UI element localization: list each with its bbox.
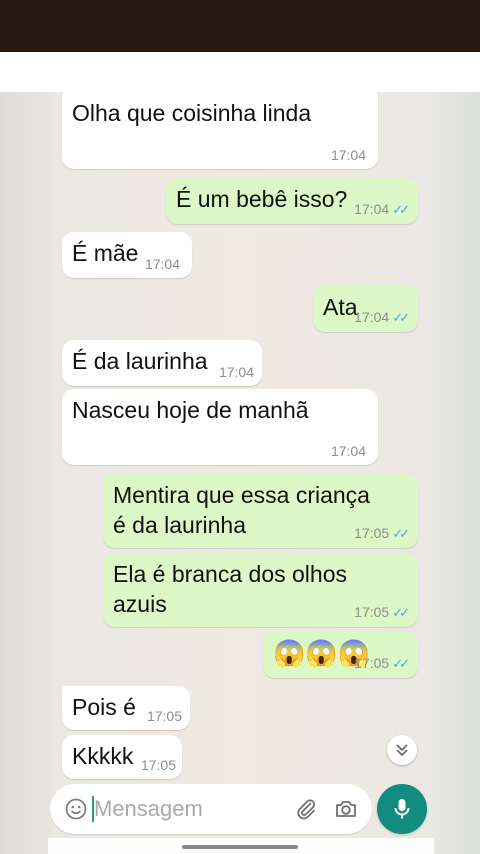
message-meta: 17:05 ✓✓ [354,525,410,542]
scroll-to-bottom-button[interactable] [387,735,417,765]
message-time: 17:05 [354,525,390,541]
message-bubble-outgoing[interactable]: Ela é branca dos olhos azuis 17:05 ✓✓ [103,553,418,627]
message-time: 17:05 [146,708,182,724]
message-meta: 17:04 [145,256,180,272]
message-bubble-outgoing[interactable]: 😱😱😱 17:05 ✓✓ [263,632,418,678]
header-strip [0,52,480,92]
camera-icon[interactable] [334,797,358,821]
message-time: 17:05 [354,604,390,620]
message-time: 17:05 [354,655,390,671]
message-bubble-outgoing[interactable]: Ata 17:04 ✓✓ [313,286,418,332]
microphone-icon [394,799,410,819]
message-meta: 17:04 [219,364,254,380]
message-meta: 17:04 ✓✓ [354,309,410,326]
message-bubble-incoming[interactable]: Pois é 17:05 [62,686,190,730]
message-bubble-incoming[interactable]: Nasceu hoje de manhã 17:04 [62,389,378,465]
message-meta: 17:04 [331,147,366,163]
emoji-icon[interactable] [64,797,88,821]
read-ticks-icon: ✓✓ [392,202,410,217]
paperclip-icon[interactable] [294,797,318,821]
chat-background-edge-right [432,92,480,854]
double-chevron-down-icon [396,744,408,757]
message-text: Nasceu hoje de manhã [72,397,309,423]
read-ticks-icon: ✓✓ [392,310,410,325]
chat-background-edge-left [0,92,52,854]
message-meta: 17:05 [147,708,182,724]
read-ticks-icon: ✓✓ [392,605,410,620]
message-text: Olha que coisinha linda [72,100,312,126]
message-time: 17:04 [354,309,390,325]
message-input[interactable] [94,794,284,824]
message-composer [50,784,372,834]
message-time: 17:04 [330,443,366,459]
status-bar [0,0,480,52]
message-meta: 17:05 [141,757,176,773]
message-bubble-incoming[interactable]: É da laurinha 17:04 [62,340,262,386]
message-time: 17:04 [330,147,366,163]
read-ticks-icon: ✓✓ [392,526,410,541]
message-meta: 17:04 [331,443,366,459]
message-meta: 17:05 ✓✓ [354,604,410,621]
message-time: 17:05 [140,757,176,773]
message-time: 17:04 [218,364,254,380]
message-bubble-incoming[interactable]: Kkkkk 17:05 [62,735,182,779]
message-meta: 17:05 ✓✓ [354,655,410,672]
message-bubble-outgoing[interactable]: Mentira que essa criança é da laurinha 1… [103,474,418,548]
message-bubble-incoming[interactable]: É mãe 17:04 [62,232,192,278]
message-time: 17:04 [144,256,180,272]
message-time: 17:04 [354,201,390,217]
message-meta: 17:04 ✓✓ [354,201,410,218]
message-bubble-outgoing[interactable]: É um bebê isso? 17:04 ✓✓ [166,178,418,224]
message-bubble-incoming[interactable]: Olha que coisinha linda 17:04 [62,92,378,169]
read-ticks-icon: ✓✓ [392,656,410,671]
home-indicator[interactable] [182,845,298,849]
microphone-button[interactable] [377,784,427,834]
